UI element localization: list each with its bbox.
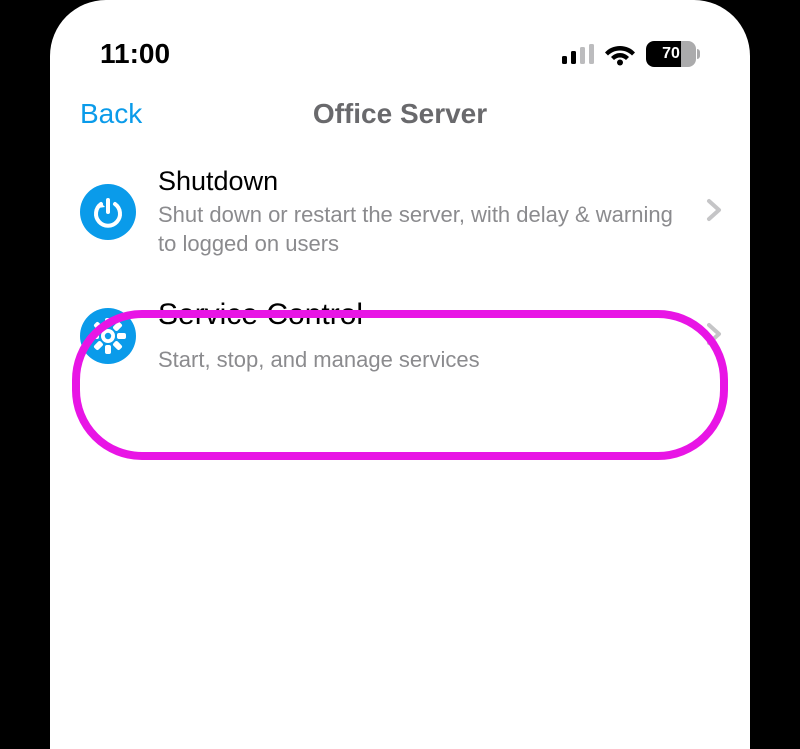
status-bar: 11:00 70 — [50, 30, 750, 90]
battery-icon: 70 — [646, 41, 700, 67]
phone-screen: 11:00 70 — [50, 0, 750, 749]
list-item-shutdown[interactable]: Shutdown Shut down or restart the server… — [50, 150, 750, 274]
list-item-title: Shutdown — [158, 166, 684, 197]
list-item-subtitle: Shut down or restart the server, with de… — [158, 201, 684, 258]
list-item-service-control[interactable]: Service Control Start, stop, and manage … — [50, 274, 750, 399]
cellular-signal-icon — [562, 44, 594, 64]
power-restart-icon — [80, 184, 136, 240]
page-title: Office Server — [50, 98, 750, 130]
list-item-title: Service Control — [158, 298, 684, 332]
status-icons: 70 — [562, 41, 700, 67]
menu-list: Shutdown Shut down or restart the server… — [50, 150, 750, 399]
status-time: 11:00 — [100, 38, 170, 70]
gear-icon — [80, 308, 136, 364]
wifi-icon — [604, 42, 636, 66]
chevron-right-icon — [706, 198, 722, 227]
chevron-right-icon — [706, 322, 722, 351]
list-item-subtitle: Start, stop, and manage services — [158, 346, 684, 375]
navigation-bar: Back Office Server — [50, 90, 750, 150]
list-item-content: Shutdown Shut down or restart the server… — [158, 166, 684, 258]
battery-percent: 70 — [646, 41, 696, 67]
list-item-content: Service Control Start, stop, and manage … — [158, 298, 684, 375]
back-button[interactable]: Back — [80, 98, 142, 130]
